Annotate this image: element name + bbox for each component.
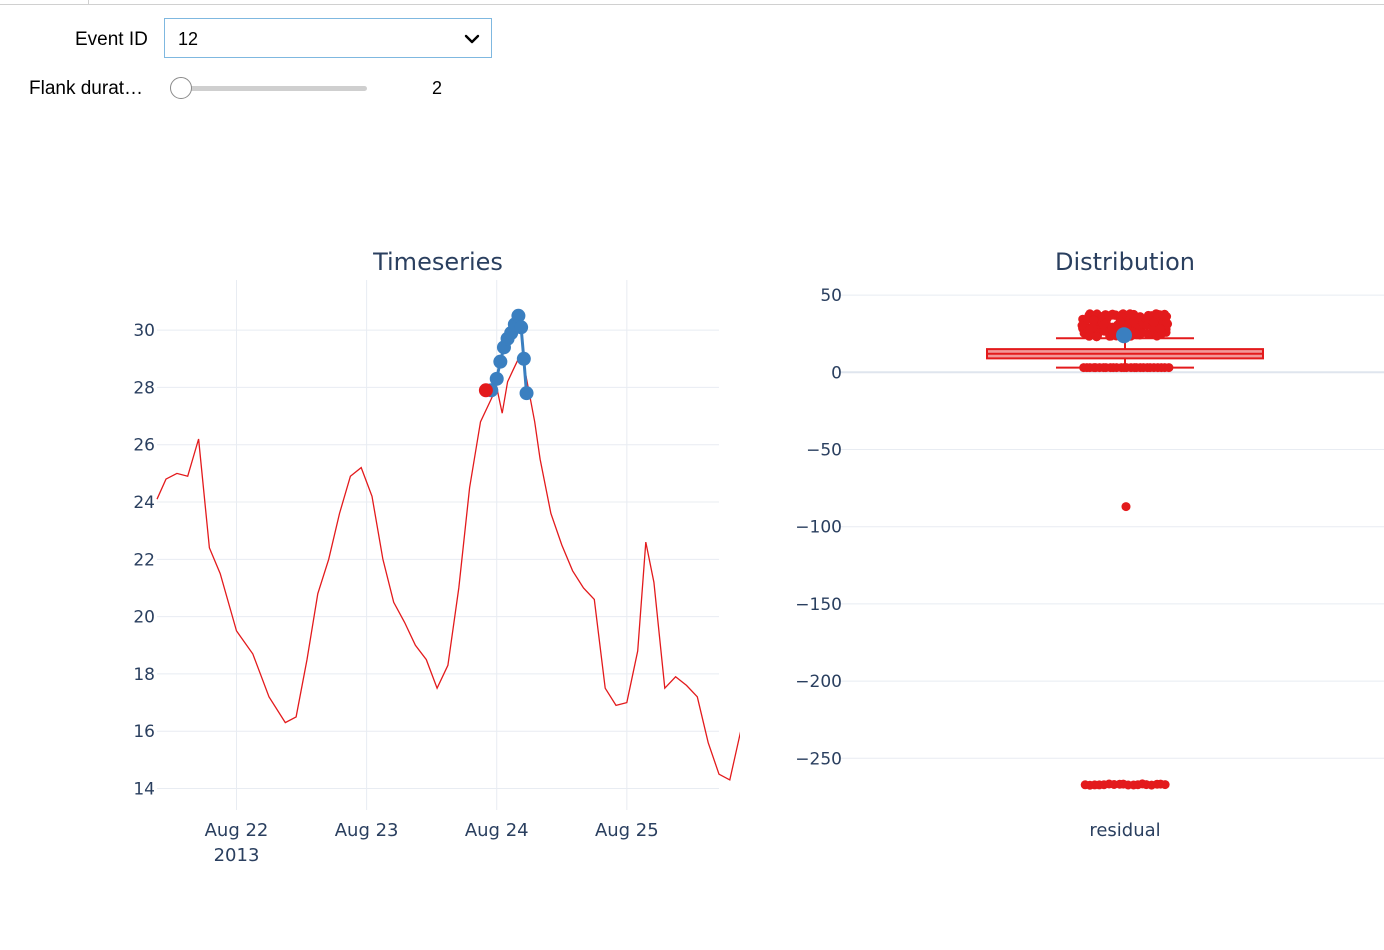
residual-point bbox=[1106, 324, 1116, 334]
y-tick-label: −100 bbox=[795, 518, 842, 538]
event-id-label: Event ID bbox=[75, 29, 148, 50]
x-tick-year-label: 2013 bbox=[214, 845, 260, 866]
y-tick-label: 0 bbox=[831, 363, 842, 383]
distribution-chart: 50 0 −50 −100 −150 −200 −250 Distribution residu… bbox=[795, 248, 1384, 841]
x-tick-label: Aug 22 bbox=[205, 820, 269, 841]
y-tick-label: 16 bbox=[133, 722, 155, 742]
residual-point bbox=[1151, 309, 1161, 319]
event-point bbox=[519, 386, 534, 401]
event-start-point bbox=[478, 383, 493, 398]
y-tick-label: −200 bbox=[795, 672, 842, 692]
y-tick-label: 26 bbox=[133, 436, 155, 456]
event-point bbox=[516, 351, 531, 366]
outlier-point bbox=[1121, 502, 1131, 512]
y-tick-label: 20 bbox=[133, 608, 155, 628]
x-tick-label: Aug 24 bbox=[465, 820, 529, 841]
flank-duration-slider-handle[interactable] bbox=[170, 77, 192, 99]
y-tick-label: 22 bbox=[133, 550, 155, 570]
event-id-value: 12 bbox=[178, 29, 199, 49]
residual-point bbox=[1164, 363, 1174, 373]
residual-point bbox=[1077, 321, 1087, 330]
flank-duration-slider-track[interactable] bbox=[182, 86, 367, 91]
y-tick-label: 50 bbox=[820, 286, 842, 306]
event-id-dropdown[interactable]: 12 bbox=[164, 18, 492, 58]
event-point bbox=[493, 354, 508, 369]
residual-point bbox=[1098, 320, 1108, 330]
residual-point bbox=[1132, 330, 1141, 339]
timeseries-chart: 14 16 18 20 22 24 26 28 30 Aug 22 Aug 23 Aug 24 Aug … bbox=[133, 248, 740, 866]
flank-duration-label: Flank durat… bbox=[29, 78, 144, 99]
timeseries-title: Timeseries bbox=[372, 248, 503, 276]
residual-point bbox=[1143, 310, 1153, 320]
series-line-temperature bbox=[156, 357, 740, 781]
flank-duration-value: 2 bbox=[432, 78, 443, 98]
y-tick-label: 14 bbox=[133, 780, 155, 800]
y-tick-label: −50 bbox=[806, 440, 842, 460]
top-divider bbox=[0, 0, 1384, 5]
residual-point bbox=[1155, 324, 1165, 334]
distribution-title: Distribution bbox=[1055, 248, 1195, 276]
y-tick-label: 24 bbox=[133, 493, 155, 513]
residual-point bbox=[1108, 309, 1117, 319]
x-tick-label: Aug 25 bbox=[595, 820, 659, 841]
y-tick-label: 28 bbox=[133, 378, 155, 398]
event-point bbox=[489, 371, 504, 386]
y-tick-label: −150 bbox=[795, 595, 842, 615]
y-tick-label: −250 bbox=[795, 749, 842, 769]
x-tick-label: Aug 23 bbox=[335, 820, 399, 841]
y-tick-label: 30 bbox=[133, 321, 155, 341]
residual-point bbox=[1129, 317, 1139, 326]
event-point bbox=[514, 320, 529, 335]
residual-point bbox=[1085, 325, 1095, 335]
x-category-label: residual bbox=[1089, 820, 1160, 841]
residual-point bbox=[1115, 316, 1125, 326]
residual-point bbox=[1162, 312, 1172, 321]
chevron-down-icon bbox=[464, 34, 480, 44]
residual-point bbox=[1092, 332, 1102, 342]
outlier-point bbox=[1160, 780, 1170, 790]
highlight-point bbox=[1116, 327, 1132, 344]
y-tick-label: 18 bbox=[133, 665, 155, 685]
residual-point bbox=[1149, 318, 1159, 327]
